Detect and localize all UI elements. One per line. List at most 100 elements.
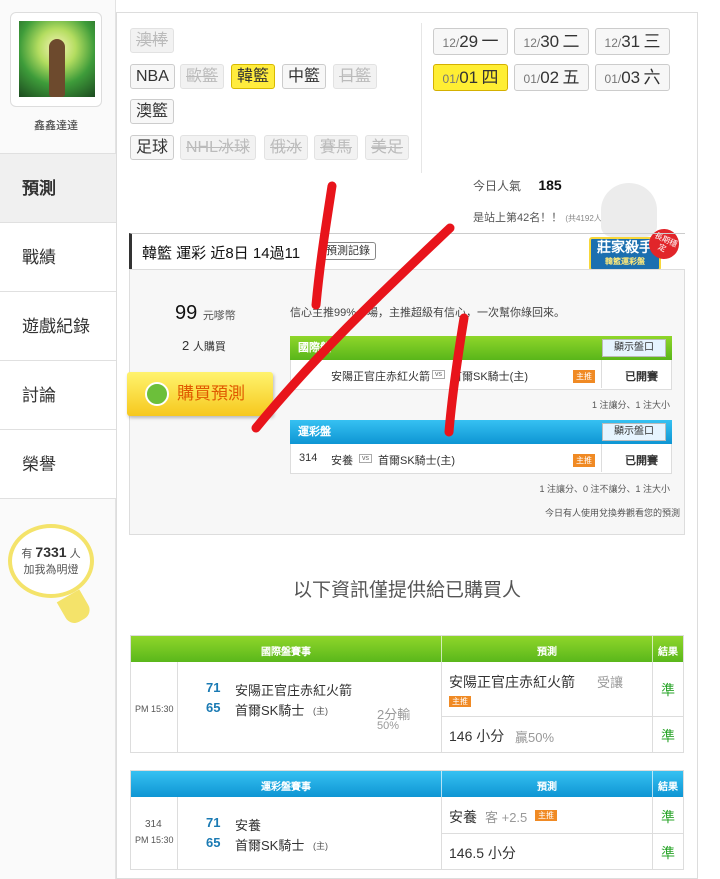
lottery-result-header: 運彩盤賽事 預測 結果 — [131, 771, 683, 797]
league-chip-soccer[interactable]: 足球 — [130, 135, 175, 160]
prediction-team: 安養 — [449, 809, 477, 825]
league-chip-nba[interactable]: NBA — [130, 64, 175, 89]
rank-text: 是站上第42名！！ — [473, 212, 563, 224]
game-number: 314 — [145, 819, 162, 830]
pick-badge: 主推 — [535, 810, 557, 821]
vs-icon: vs — [359, 454, 372, 463]
home-score: 65 — [206, 835, 221, 850]
popularity: 今日人氣 185 — [473, 177, 562, 194]
league-chip-horse-racing[interactable]: 賽馬 — [314, 135, 359, 160]
result-correct: 準 — [661, 845, 675, 861]
home-team: 首爾SK騎士(主) — [378, 455, 455, 467]
fans-suffix: 人 — [69, 548, 81, 560]
prediction-tag: 受讓 — [597, 675, 624, 690]
sidebar: 鑫鑫達達 預測 戰績 遊戲紀錄 討論 榮譽 有 7331 人 加我為明燈 — [0, 0, 116, 879]
intl-preview-header: 國際盤 顯示盤口 — [290, 336, 672, 360]
pick-badge: 主推 — [449, 696, 471, 707]
voucher-note: 今日有人使用兌換券觀看您的預測 — [544, 508, 680, 518]
away-team: 安養 — [235, 818, 262, 833]
avatar-image — [19, 21, 95, 97]
lottery-preview-table: 運彩盤 顯示盤口 314 安養 vs 首爾SK騎士(主) 主推 已開賽 — [290, 420, 672, 474]
league-chip-russia-hockey[interactable]: 俄冰 — [264, 135, 309, 160]
intl-result-row: PM 15:30 71 安陽正官庄赤紅火箭 65 首爾SK騎士 (主) 2分輸 … — [131, 662, 684, 752]
coin-icon — [145, 382, 169, 406]
game-time: PM 15:30 — [135, 835, 174, 845]
prediction-total: 146.5 小分 — [449, 845, 516, 861]
wings-icon — [601, 183, 657, 237]
prediction-team: 安陽正官庄赤紅火箭 — [449, 674, 575, 690]
lottery-result-table: 運彩盤賽事 預測 結果 314 PM 15:30 71 安養 65 首爾SK騎士… — [130, 770, 684, 870]
lottery-result-row: 314 PM 15:30 71 安養 65 首爾SK騎士 (主) 安養 客 +2… — [131, 797, 684, 869]
game-time: PM 15:30 — [135, 704, 174, 714]
purchase-box: 99 元嗲幣 2 人購買 購買預測 信心主推99%一場，主推超級有信心，一次幫你… — [127, 269, 685, 535]
price: 99 元嗲幣 — [175, 302, 236, 324]
sidebar-item-honors[interactable]: 榮譽 — [0, 429, 116, 499]
league-chip-japan-basketball[interactable]: 日籃 — [333, 64, 378, 89]
popularity-label: 今日人氣 — [473, 179, 522, 193]
date-chip-selected[interactable]: 01/01 四 — [433, 64, 508, 91]
pick-badge: 主推 — [573, 370, 595, 383]
username: 鑫鑫達達 — [34, 120, 78, 132]
away-score: 71 — [206, 680, 221, 695]
away-team: 安陽正官庄赤紅火箭 — [235, 683, 353, 698]
vs-icon: vs — [432, 370, 445, 379]
lottery-preview-header: 運彩盤 顯示盤口 — [290, 420, 672, 444]
lottery-preview-row: 314 安養 vs 首爾SK騎士(主) 主推 已開賽 — [290, 444, 672, 474]
filter-divider — [421, 23, 422, 173]
date-chip[interactable]: 01/02 五 — [514, 64, 589, 91]
away-team: 安陽正官庄赤紅火箭 — [331, 371, 430, 383]
date-chip[interactable]: 12/29 一 — [433, 28, 508, 55]
fans-count: 7331 — [35, 544, 67, 560]
confidence-text: 信心主推99%一場，主推超級有信心，一次幫你綠回來。 — [290, 307, 566, 319]
buy-prediction-button[interactable]: 購買預測 — [127, 372, 273, 416]
date-chip[interactable]: 12/30 二 — [514, 28, 589, 55]
league-chip-korea-basketball[interactable]: 韓籃 — [231, 64, 276, 89]
sidebar-item-record[interactable]: 戰績 — [0, 222, 116, 291]
prediction-headline: 韓籃 運彩 近8日 14過11 預測記錄 — [129, 233, 685, 269]
league-chip-american-football[interactable]: 美足 — [365, 135, 410, 160]
sidebar-item-game-log[interactable]: 遊戲紀錄 — [0, 291, 116, 360]
headline-text: 韓籃 運彩 近8日 14過11 — [142, 245, 301, 262]
fans-caption: 加我為明燈 — [23, 564, 79, 576]
league-chip-nhl[interactable]: NHL冰球 — [180, 135, 257, 160]
away-team: 安養 — [331, 455, 353, 467]
prediction-tag: 客 +2.5 — [485, 810, 528, 825]
sidebar-item-predictions[interactable]: 預測 — [0, 153, 116, 222]
prediction-total: 146 小分 — [449, 728, 505, 744]
main-panel: 澳棒 NBA 歐籃 韓籃 中籃 日籃 澳籃 足球 NHL冰球 俄冰 賽馬 美足 … — [116, 12, 698, 879]
margin-percent: 50% — [377, 720, 400, 732]
result-correct: 準 — [661, 728, 675, 744]
pick-badge: 主推 — [573, 454, 595, 467]
lottery-note: 1 注讓分、0 注不讓分、1 注大小 — [539, 484, 670, 494]
home-team: 首爾SK騎士 — [235, 703, 305, 718]
game-status: 已開賽 — [625, 455, 658, 467]
intl-note: 1 注讓分、1 注大小 — [591, 400, 670, 410]
home-tag: (主) — [313, 706, 328, 716]
game-number: 314 — [299, 452, 318, 464]
history-button[interactable]: 預測記錄 — [320, 242, 376, 260]
sidebar-item-discussion[interactable]: 討論 — [0, 360, 116, 429]
fans-prefix: 有 — [21, 548, 33, 560]
home-score: 65 — [206, 700, 221, 715]
fans-lightbulb[interactable]: 有 7331 人 加我為明燈 — [8, 524, 94, 627]
intl-result-header: 國際盤賽事 預測 結果 — [131, 636, 683, 662]
league-chip-aus-baseball[interactable]: 澳棒 — [130, 28, 175, 53]
prediction-extra: 贏50% — [515, 730, 555, 745]
buyer-count: 2 人購買 — [182, 338, 226, 353]
date-chip[interactable]: 01/03 六 — [595, 64, 670, 91]
date-chip[interactable]: 12/31 三 — [595, 28, 670, 55]
result-correct: 準 — [661, 682, 675, 698]
intl-preview-row: 安陽正官庄赤紅火箭 vs 首爾SK騎士(主) 主推 已開賽 — [290, 360, 672, 390]
home-tag: (主) — [313, 841, 328, 851]
avatar[interactable] — [10, 12, 102, 107]
result-correct: 準 — [661, 809, 675, 825]
intl-result-table: 國際盤賽事 預測 結果 PM 15:30 71 安陽正官庄赤紅火箭 65 首爾S… — [130, 635, 684, 753]
lightbulb-icon — [56, 589, 94, 627]
league-chip-aus-basketball[interactable]: 澳籃 — [130, 99, 175, 124]
game-status: 已開賽 — [625, 371, 658, 383]
intl-preview-table: 國際盤 顯示盤口 安陽正官庄赤紅火箭 vs 首爾SK騎士(主) 主推 已開賽 — [290, 336, 672, 390]
show-odds-button[interactable]: 顯示盤口 — [602, 423, 666, 441]
league-chip-euro-basketball[interactable]: 歐籃 — [180, 64, 225, 89]
show-odds-button[interactable]: 顯示盤口 — [602, 339, 666, 357]
league-chip-china-basketball[interactable]: 中籃 — [282, 64, 327, 89]
